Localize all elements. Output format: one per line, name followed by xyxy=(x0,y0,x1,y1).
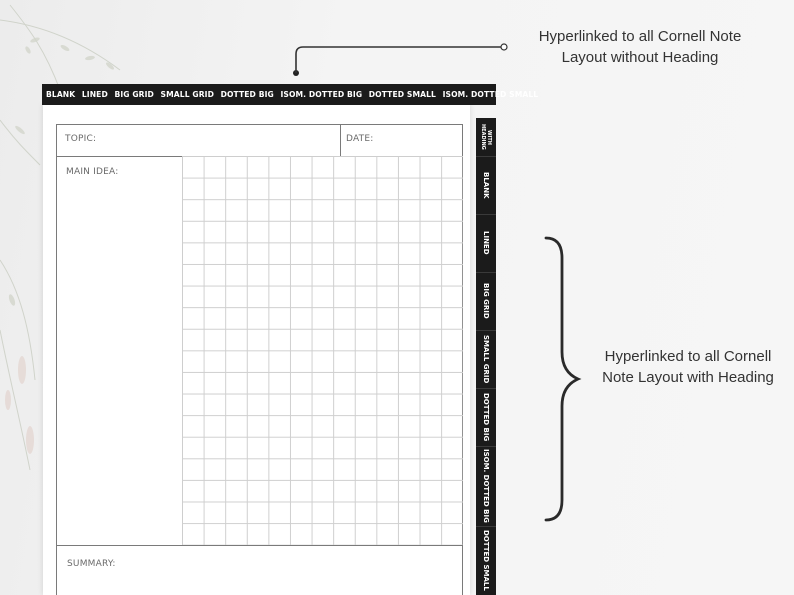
side-tab-dotted-small[interactable]: DOTTED SMALL xyxy=(476,526,496,595)
top-tab-blank[interactable]: BLANK xyxy=(42,90,79,99)
side-tab-with-heading[interactable]: WITH HEADING xyxy=(476,118,496,157)
side-annotation: Hyperlinked to all Cornell Note Layout w… xyxy=(586,346,790,388)
side-annotation-line1: Hyperlinked to all Cornell xyxy=(604,348,772,365)
top-tab-small-grid[interactable]: SMALL GRID xyxy=(157,90,217,99)
topic-label: TOPIC: xyxy=(65,134,97,144)
left-border-line xyxy=(56,124,57,595)
side-tab-blank[interactable]: BLANK xyxy=(476,156,496,215)
date-divider-line xyxy=(340,124,341,157)
side-tab-dotted-big[interactable]: DOTTED BIG xyxy=(476,388,496,447)
main-idea-label: MAIN IDEA: xyxy=(66,167,119,177)
side-tab-bar: WITH HEADING BLANK LINED BIG GRID SMALL … xyxy=(476,118,496,595)
side-annotation-line2: Note Layout with Heading xyxy=(602,369,774,386)
top-annotation: Hyperlinked to all Cornell Note Layout w… xyxy=(520,26,760,68)
top-tab-dotted-small[interactable]: DOTTED SMALL xyxy=(365,90,439,99)
header-top-line xyxy=(56,124,463,125)
side-tab-isom-dotted-big[interactable]: ISOM. DOTTED BIG xyxy=(476,446,496,527)
top-tab-bar: BLANK LINED BIG GRID SMALL GRID DOTTED B… xyxy=(42,84,538,105)
top-tab-dotted-big[interactable]: DOTTED BIG xyxy=(217,90,277,99)
side-tab-lined[interactable]: LINED xyxy=(476,214,496,273)
summary-label: SUMMARY: xyxy=(67,559,116,569)
top-tab-isom-dotted-small[interactable]: ISOM. DOTTED SMALL xyxy=(439,90,541,99)
top-annotation-line2: Layout without Heading xyxy=(561,49,719,66)
date-label: DATE: xyxy=(346,134,374,144)
summary-top-line xyxy=(56,545,463,546)
top-tab-lined[interactable]: LINED xyxy=(79,90,112,99)
side-tab-small-grid[interactable]: SMALL GRID xyxy=(476,330,496,389)
top-tab-big-grid[interactable]: BIG GRID xyxy=(111,90,157,99)
notes-grid-area[interactable] xyxy=(182,156,463,545)
top-tab-isom-dotted-big[interactable]: ISOM. DOTTED BIG xyxy=(277,90,365,99)
top-annotation-line1: Hyperlinked to all Cornell Note xyxy=(538,28,742,45)
side-tab-big-grid[interactable]: BIG GRID xyxy=(476,272,496,331)
